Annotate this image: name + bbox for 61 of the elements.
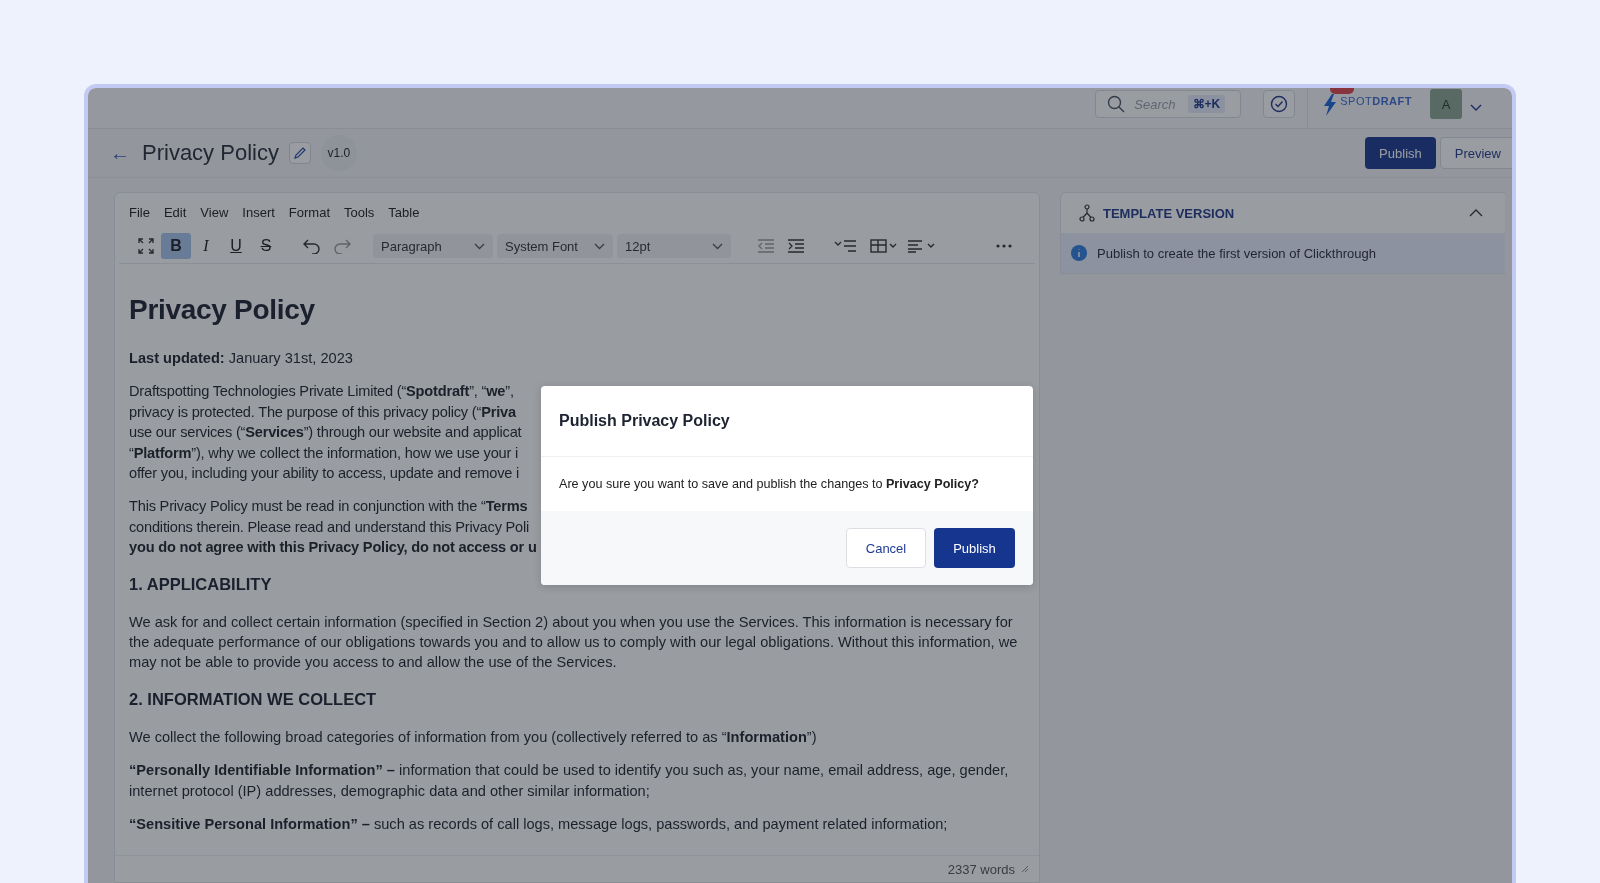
section-heading: 2. INFORMATION WE COLLECT	[129, 689, 378, 709]
menu-item[interactable]: File	[129, 205, 150, 229]
bold-button[interactable]: B	[161, 233, 191, 259]
italic-button[interactable]: I	[191, 233, 221, 259]
menu-item[interactable]: Table	[388, 205, 420, 229]
section-heading: 1. APPLICABILITY	[129, 574, 273, 594]
cancel-button[interactable]: Cancel	[846, 528, 926, 568]
panel-title: TEMPLATE VERSION	[1103, 205, 1235, 221]
underline-button[interactable]: U	[221, 233, 251, 259]
page-title: Privacy Policy	[142, 140, 279, 166]
paragraph: We collect the following broad categories of information from you (collectively referred to as “Information”)	[129, 727, 818, 747]
info-icon	[1071, 245, 1087, 261]
search-icon	[1107, 95, 1126, 113]
edit-button[interactable]	[288, 142, 311, 164]
caret-icon[interactable]	[1470, 104, 1482, 112]
undo-icon	[303, 238, 321, 254]
outdent-icon	[757, 239, 775, 253]
branch-icon	[1079, 204, 1095, 222]
document-title: Privacy Policy	[129, 294, 316, 326]
lightning-icon	[1322, 94, 1339, 116]
expand-icon	[138, 238, 154, 254]
word-count: 2337 words	[947, 861, 1015, 877]
chevron-icon[interactable]	[1469, 209, 1483, 217]
chevron-down-icon	[594, 242, 605, 250]
dropdown[interactable]: 12pt	[617, 234, 731, 258]
dialog-message: Are you sure you want to save and publish the changes to Privacy Policy?	[559, 477, 980, 491]
publish-button[interactable]: Publish	[1365, 137, 1436, 169]
check-circle-icon	[1270, 95, 1289, 113]
paragraph: We ask for and collect certain information (specified in Section 2) about you when you use the Services. This information is necessary for the adequate performance of our obligations towards you and to allow us to comply with our legal obligations. Without this information, we may not be able to provide you access to and allow the use of the Services.	[129, 612, 1019, 673]
dropdown[interactable]: System Font	[497, 234, 613, 258]
resize-handle-icon[interactable]	[1021, 865, 1029, 873]
dropdown[interactable]: Paragraph	[373, 234, 493, 258]
pencil-icon	[292, 146, 307, 160]
version-badge: v1.0	[320, 135, 357, 171]
paragraph: This Privacy Policy must be read in conjunction with the “Terms conditions therein. Please read and understand this Privacy Poli you do not agree with this Privacy Policy, do not access or u	[129, 497, 537, 558]
strike-button[interactable]: S	[251, 233, 281, 259]
table-icon	[870, 239, 898, 253]
chevron-down-icon	[712, 242, 723, 250]
info-text: Publish to create the first version of Clickthrough	[1097, 245, 1376, 261]
align-icon	[907, 239, 937, 253]
tasks-button[interactable]	[1263, 90, 1296, 118]
dialog-title: Publish Privacy Policy	[541, 386, 1033, 457]
menu-item[interactable]: Edit	[163, 205, 187, 229]
more-icon	[996, 244, 1012, 248]
shortcut-hint: ⌘+K	[1187, 95, 1226, 113]
paragraph: Draftspotting Technologies Private Limited (“Spotdraft”, “we”, privacy is protected. The purpose of this privacy policy (“Priva use our services (“Services”) through our website and applicat “Platform”), why we collect the information, how we use your i offer you, including your ability to access, update and remove i	[129, 382, 522, 484]
menu-item[interactable]: Insert	[242, 205, 275, 229]
chevron-down-icon	[474, 242, 485, 250]
menu-item[interactable]: Tools	[344, 205, 375, 229]
preview-button[interactable]: Preview	[1439, 137, 1512, 169]
indent-icon	[787, 239, 805, 253]
list-icon	[834, 239, 858, 253]
publish-button[interactable]: Publish	[934, 528, 1015, 568]
back-button[interactable]: ←	[110, 141, 130, 165]
menu-item[interactable]: Format	[288, 205, 330, 229]
paragraph: Last updated: January 31st, 2023	[129, 349, 354, 368]
paragraph: “Sensitive Personal Information” – such as records of call logs, message logs, passwords, and payment related information;	[129, 815, 949, 835]
paragraph: “Personally Identifiable Information” – information that could be used to identify you such as, your name, email address, age, gender, internet protocol (IP) addresses, demographic data and other similar information;	[129, 761, 1010, 801]
logo: SPOTDRAFT	[1340, 95, 1412, 107]
menu-item[interactable]: View	[200, 205, 229, 229]
redo-icon	[333, 238, 351, 254]
